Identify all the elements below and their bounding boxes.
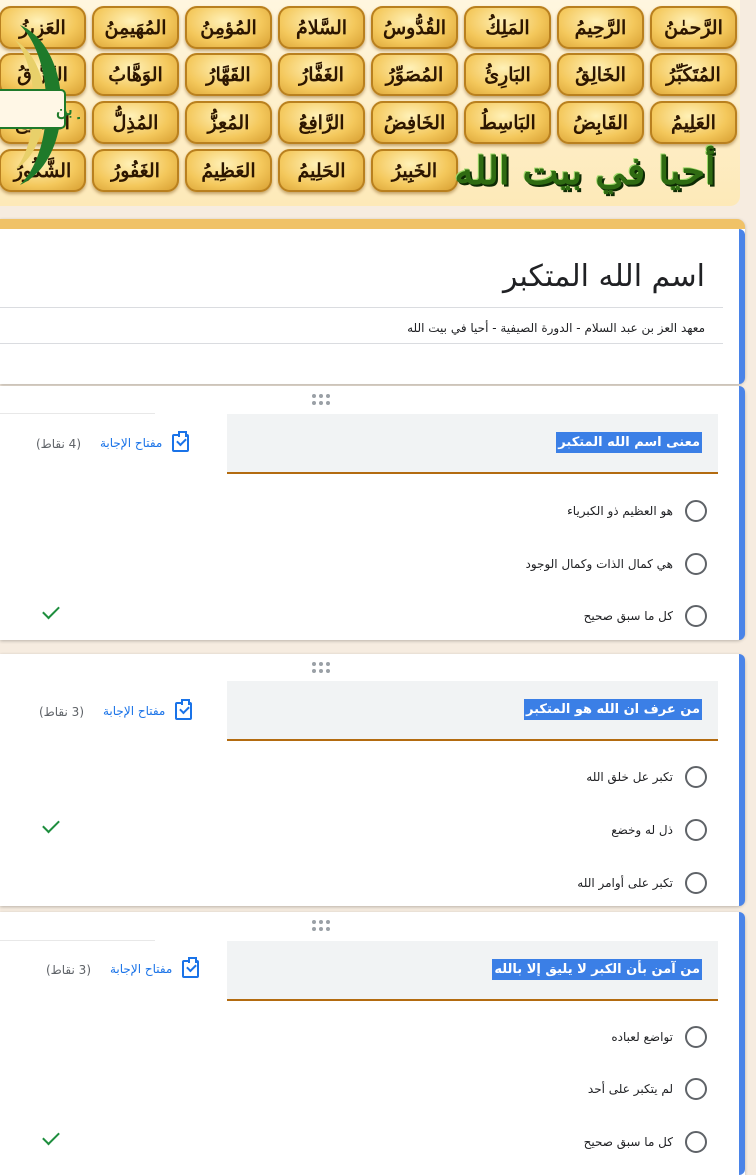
name-tile: العَلِيمُ [650, 101, 737, 144]
radio-button[interactable] [685, 766, 707, 788]
radio-button[interactable] [685, 1026, 707, 1048]
option-row[interactable]: هي كمال الذات وكمال الوجود [525, 553, 707, 575]
question-title-box[interactable]: معنى اسم الله المتكبر [227, 414, 718, 474]
correct-check-icon [40, 606, 62, 622]
option-row[interactable]: تكبر على أوامر الله [577, 872, 707, 894]
drag-handle-icon[interactable] [312, 920, 332, 932]
option-label: تكبر عل خلق الله [586, 770, 673, 784]
option-label: تكبر على أوامر الله [577, 876, 673, 890]
answer-key-button[interactable]: مفتاح الإجابة [103, 699, 193, 720]
name-tile: المَلِكُ [464, 6, 551, 49]
question-card: من عرف ان الله هو المتكبر مفتاح الإجابة … [0, 654, 745, 906]
name-tile: المُهَيمِنُ [92, 6, 179, 49]
option-label: ذل له وخضع [611, 823, 673, 837]
divider [0, 413, 155, 414]
answer-key-label: مفتاح الإجابة [103, 704, 166, 718]
name-tile: البَاسِطُ [464, 101, 551, 144]
name-tile: الخَافِضُ [371, 101, 458, 144]
option-label: هو العظيم ذو الكبرياء [567, 504, 673, 518]
name-tile: القُدُّوسُ [371, 6, 458, 49]
option-row[interactable]: كل ما سبق صحيح [584, 1131, 707, 1153]
name-tile: القَابِضُ [557, 101, 644, 144]
answer-key-label: مفتاح الإجابة [110, 962, 173, 976]
name-tile: الحَلِيمُ [278, 149, 365, 192]
emblem-text: العز بن [56, 100, 80, 120]
option-label: تواضع لعباده [611, 1030, 673, 1044]
name-tile: السَّلامُ [278, 6, 365, 49]
name-tile: البَارِئُ [464, 53, 551, 96]
radio-button[interactable] [685, 500, 707, 522]
name-tile: العَظِيمُ [185, 149, 272, 192]
name-tile: الرَّحمٰنُ [650, 6, 737, 49]
question-title: من عرف ان الله هو المتكبر [523, 699, 702, 720]
name-tile: المُعِزُّ [185, 101, 272, 144]
name-tile: القَهَّارُ [185, 53, 272, 96]
option-row[interactable]: ذل له وخضع [611, 819, 707, 841]
option-label: كل ما سبق صحيح [583, 609, 673, 623]
name-tile: الغَفَّارُ [278, 53, 365, 96]
drag-handle-icon[interactable] [312, 662, 332, 674]
radio-button[interactable] [685, 872, 707, 894]
question-card: معنى اسم الله المتكبر مفتاح الإجابة (4 ن… [0, 386, 745, 640]
radio-button[interactable] [685, 1131, 707, 1153]
form-title: اسم الله المتكبر [502, 259, 705, 294]
form-description: معهد العز بن عبد السلام - الدورة الصيفية… [407, 321, 705, 335]
radio-button[interactable] [685, 1078, 707, 1100]
radio-button[interactable] [685, 605, 707, 627]
name-tile: المُذِلُّ [92, 101, 179, 144]
question-title-box[interactable]: من عرف ان الله هو المتكبر [227, 681, 718, 741]
radio-button[interactable] [685, 553, 707, 575]
name-tile: المُصَوِّرُ [371, 53, 458, 96]
points-label: (3 نقاط) [46, 963, 91, 977]
answer-key-icon [172, 431, 190, 452]
points-label: (4 نقاط) [36, 437, 81, 451]
drag-handle-icon[interactable] [312, 394, 332, 406]
question-title: معنى اسم الله المتكبر [556, 432, 702, 453]
question-card: من آمن بأن الكبر لا يليق إلا بالله مفتاح… [0, 912, 745, 1175]
answer-key-icon [182, 957, 200, 978]
question-title: من آمن بأن الكبر لا يليق إلا بالله [492, 959, 702, 980]
correct-check-icon [40, 820, 62, 836]
header-banner-image: الرَّحمٰنُ الرَّحِيمُ المَلِكُ القُدُّوس… [0, 0, 740, 206]
name-tile: الرَّافِعُ [278, 101, 365, 144]
option-row[interactable]: هو العظيم ذو الكبرياء [567, 500, 707, 522]
description-divider [0, 343, 723, 344]
option-row[interactable]: لم يتكبر على أحد [588, 1078, 707, 1100]
institute-emblem-icon: العز بن [0, 25, 80, 185]
title-divider [0, 307, 723, 308]
banner-logo-text: أحيا في بيت الله [454, 147, 716, 193]
option-label: هي كمال الذات وكمال الوجود [525, 557, 673, 571]
question-title-box[interactable]: من آمن بأن الكبر لا يليق إلا بالله [227, 941, 718, 1001]
answer-key-button[interactable]: مفتاح الإجابة [110, 957, 200, 978]
correct-check-icon [40, 1132, 62, 1148]
name-tile: الخَالِقُ [557, 53, 644, 96]
radio-button[interactable] [685, 819, 707, 841]
option-label: كل ما سبق صحيح [583, 1135, 673, 1149]
option-label: لم يتكبر على أحد [587, 1082, 673, 1096]
answer-key-button[interactable]: مفتاح الإجابة [100, 431, 190, 452]
option-row[interactable]: كل ما سبق صحيح [584, 605, 707, 627]
name-tile: المُتَكَبِّرُ [650, 53, 737, 96]
option-row[interactable]: تكبر عل خلق الله [586, 766, 707, 788]
name-tile: الوَهَّابُ [92, 53, 179, 96]
form-header-card: اسم الله المتكبر معهد العز بن عبد السلام… [0, 219, 745, 384]
points-label: (3 نقاط) [39, 705, 84, 719]
name-tile: المُؤمِنُ [185, 6, 272, 49]
answer-key-icon [175, 699, 193, 720]
option-row[interactable]: تواضع لعباده [611, 1026, 707, 1048]
name-tile: الرَّحِيمُ [557, 6, 644, 49]
name-tile: الغَفُورُ [92, 149, 179, 192]
answer-key-label: مفتاح الإجابة [100, 436, 163, 450]
divider [0, 940, 155, 941]
